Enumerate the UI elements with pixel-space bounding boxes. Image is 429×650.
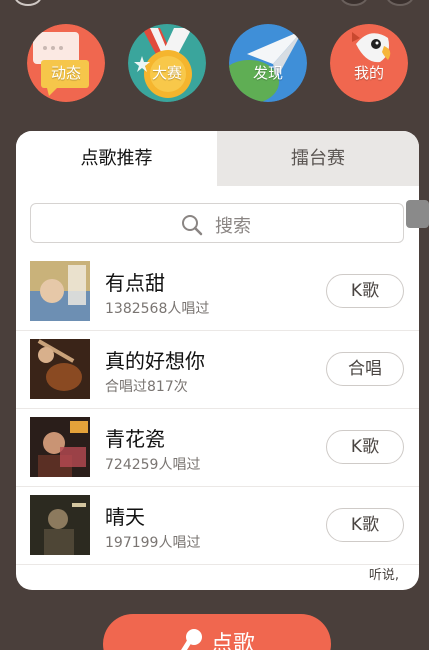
sing-k-button[interactable]: K歌: [326, 508, 404, 542]
top-left-partial-icon: [14, 0, 42, 6]
album-cover: [30, 339, 90, 399]
song-list: 有点甜 1382568人唱过 K歌 真的好想你 合唱过817次 合唱 青花瓷 7…: [16, 253, 419, 565]
footer-note: 听说,: [368, 568, 399, 583]
album-cover: [30, 495, 90, 555]
search-placeholder: 搜索: [215, 216, 251, 237]
sing-k-button[interactable]: K歌: [326, 274, 404, 308]
album-cover: [30, 417, 90, 477]
tab-recommended[interactable]: 点歌推荐: [16, 131, 217, 186]
list-item[interactable]: 青花瓷 724259人唱过 K歌: [16, 409, 419, 487]
album-cover: [30, 261, 90, 321]
side-floating-icon[interactable]: [406, 200, 429, 228]
song-title: 真的好想你: [105, 349, 205, 373]
nav-item-contest[interactable]: 大赛: [128, 24, 206, 102]
nav-item-feed[interactable]: 动态: [27, 24, 105, 102]
pick-song-button[interactable]: 点歌: [103, 614, 331, 650]
top-right-partial-icon: [340, 0, 368, 6]
song-subtitle: 724259人唱过: [105, 457, 201, 473]
top-right-partial-icon-2: [386, 0, 414, 6]
song-title: 青花瓷: [105, 427, 165, 451]
main-nav: 动态 大赛 发现 我的: [0, 24, 429, 104]
song-title: 有点甜: [105, 271, 165, 295]
sing-k-button[interactable]: K歌: [326, 430, 404, 464]
list-item[interactable]: 有点甜 1382568人唱过 K歌: [16, 253, 419, 331]
song-subtitle: 197199人唱过: [105, 535, 201, 551]
nav-label-feed: 动态: [50, 64, 81, 82]
nav-label-discover: 发现: [252, 64, 283, 82]
list-item[interactable]: 晴天 197199人唱过 K歌: [16, 487, 419, 565]
search-icon: [182, 215, 203, 236]
pick-song-label: 点歌: [211, 632, 256, 650]
tab-battle[interactable]: 擂台赛: [217, 131, 419, 186]
song-title: 晴天: [105, 505, 145, 529]
nav-label-me: 我的: [353, 64, 384, 82]
nav-item-me[interactable]: 我的: [330, 24, 408, 102]
nav-label-contest: 大赛: [151, 64, 182, 82]
song-subtitle: 合唱过817次: [105, 379, 188, 395]
nav-item-discover[interactable]: 发现: [229, 24, 307, 102]
tab-bar: 点歌推荐 擂台赛: [16, 131, 419, 186]
list-item[interactable]: 真的好想你 合唱过817次 合唱: [16, 331, 419, 409]
song-subtitle: 1382568人唱过: [105, 301, 210, 317]
microphone-icon: [181, 629, 202, 650]
duet-button[interactable]: 合唱: [326, 352, 404, 386]
song-card: 点歌推荐 擂台赛 搜索 有点甜 1382568人唱过 K歌 真的好想你 合唱过8…: [16, 131, 419, 590]
search-input[interactable]: 搜索: [30, 203, 404, 243]
